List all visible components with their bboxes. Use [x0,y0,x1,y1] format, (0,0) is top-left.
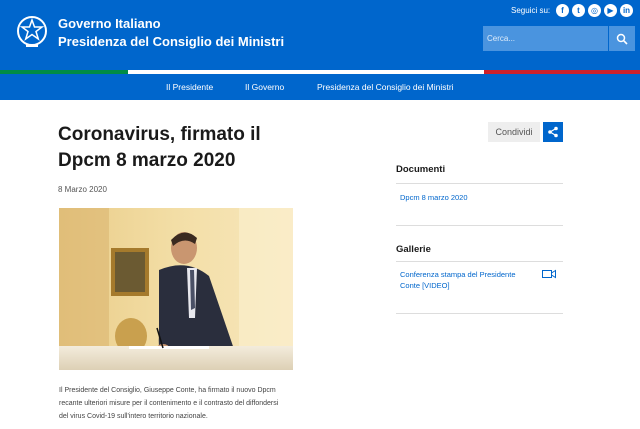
main-nav: Il Presidente Il Governo Presidenza del … [0,74,640,100]
social-label: Seguici su: [511,6,551,15]
share-icon-button[interactable] [543,122,563,142]
gallerie-link-line: Conferenza stampa del Presidente [400,270,516,279]
divider [396,313,563,314]
republic-emblem-icon[interactable] [16,14,48,50]
intro-line: recante ulteriori misure per il contenim… [59,400,279,407]
article-date: 8 Marzo 2020 [58,185,107,194]
intro-line: Il Presidente del Consiglio, Giuseppe Co… [59,387,276,394]
brand-title[interactable]: Governo Italiano [58,16,161,31]
divider [396,225,563,226]
site-header: Governo Italiano Presidenza del Consigli… [0,0,640,70]
brand-subtitle[interactable]: Presidenza del Consiglio dei Ministri [58,34,284,49]
share-button[interactable]: Condividi [488,122,540,142]
search-icon [616,33,628,45]
nav-item-governo[interactable]: Il Governo [245,82,284,92]
documenti-link[interactable]: Dpcm 8 marzo 2020 [400,192,468,203]
intro-line: del virus Covid-19 sull'intero territori… [59,413,208,420]
nav-item-presidente[interactable]: Il Presidente [166,82,213,92]
nav-item-presidenza[interactable]: Presidenza del Consiglio dei Ministri [317,82,454,92]
instagram-icon[interactable]: ◎ [588,4,601,17]
title-line: Dpcm 8 marzo 2020 [58,150,236,171]
gallerie-link[interactable]: Conferenza stampa del Presidente Conte [… [400,269,516,291]
title-line: Coronavirus, firmato il [58,124,261,145]
gallerie-heading: Gallerie [396,244,431,255]
gallerie-link-line: Conte [VIDEO] [400,281,450,290]
article-photo [59,208,293,370]
article-intro: Il Presidente del Consiglio, Giuseppe Co… [59,384,299,423]
linkedin-icon[interactable]: in [620,4,633,17]
divider [396,261,563,262]
facebook-icon[interactable]: f [556,4,569,17]
page-title: Coronavirus, firmato il Dpcm 8 marzo 202… [58,122,318,174]
search-button[interactable] [609,26,635,51]
youtube-icon[interactable]: ▶ [604,4,617,17]
share-icon [548,126,558,138]
article-photo-image [59,208,293,370]
divider [396,183,563,184]
twitter-icon[interactable]: t [572,4,585,17]
search-input[interactable] [483,26,608,51]
documenti-heading: Documenti [396,164,446,175]
video-camera-icon[interactable] [542,269,556,279]
